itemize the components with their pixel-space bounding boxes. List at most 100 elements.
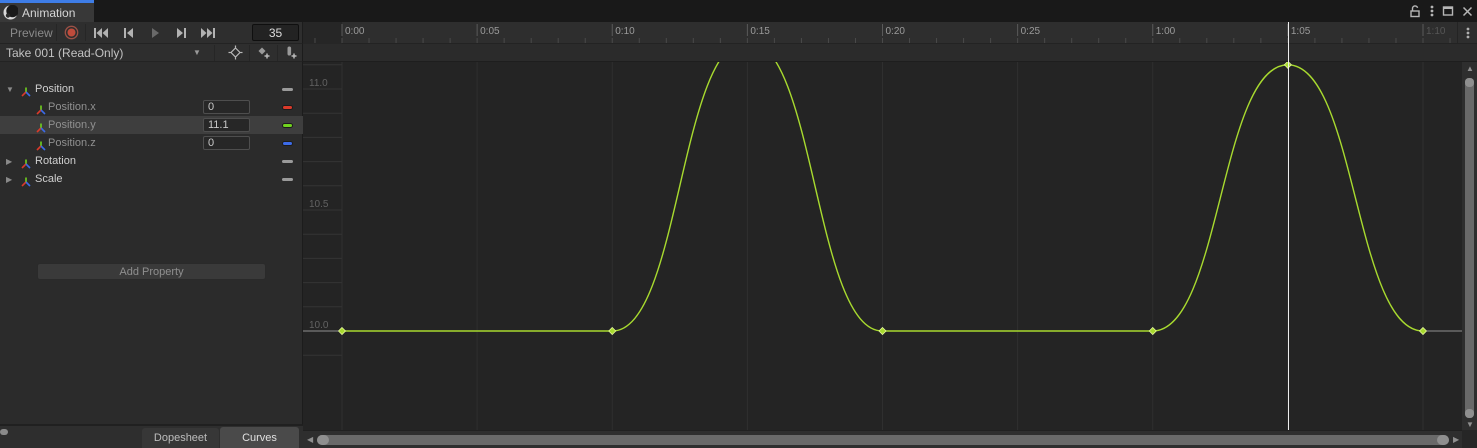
chevron-down-icon: ▼ bbox=[193, 49, 201, 57]
titlebar: Animation bbox=[0, 0, 1477, 22]
property-label: Position bbox=[35, 83, 74, 95]
foldout-closed-icon[interactable]: ▶ bbox=[6, 157, 16, 166]
animation-window: Animation Preview bbox=[0, 0, 1477, 448]
keyframe-point[interactable] bbox=[339, 328, 346, 335]
bottom-bar: Dopesheet Curves bbox=[0, 425, 303, 448]
go-to-end-icon bbox=[200, 27, 217, 39]
svg-text:11.0: 11.0 bbox=[309, 78, 328, 89]
property-row-position[interactable]: ▼ Position bbox=[0, 80, 303, 98]
tab-curves[interactable]: Curves bbox=[220, 427, 299, 448]
add-event-icon bbox=[283, 45, 298, 60]
property-label: Rotation bbox=[35, 155, 76, 167]
property-row-scale[interactable]: ▶ Scale bbox=[0, 170, 303, 188]
go-to-end-button[interactable] bbox=[195, 22, 222, 43]
svg-text:0:00: 0:00 bbox=[345, 26, 365, 37]
maximize-icon[interactable] bbox=[1442, 5, 1454, 17]
horizontal-scrollbar-right-cap[interactable] bbox=[1437, 435, 1449, 445]
vertical-scrollbar-top-cap[interactable] bbox=[1465, 78, 1474, 87]
horizontal-scrollbar-thumb[interactable] bbox=[317, 435, 1449, 445]
play-icon bbox=[149, 27, 161, 39]
tab-dopesheet[interactable]: Dopesheet bbox=[142, 428, 219, 448]
animation-clip-dropdown[interactable]: Take 001 (Read-Only) bbox=[6, 44, 216, 61]
svg-text:10.5: 10.5 bbox=[309, 199, 329, 210]
svg-text:10.0: 10.0 bbox=[309, 320, 329, 331]
unlock-icon[interactable] bbox=[1409, 4, 1422, 18]
svg-text:1:05: 1:05 bbox=[1291, 26, 1311, 37]
keyframe-point[interactable] bbox=[1149, 328, 1156, 335]
horizontal-scrollbar-left-cap[interactable] bbox=[317, 435, 329, 445]
timeline-ruler-ticks: 0:000:050:100:150:200:251:001:051:10 bbox=[303, 22, 1457, 44]
vertical-scrollbar[interactable]: ▲ ▼ bbox=[1462, 62, 1477, 430]
keyframe-point[interactable] bbox=[609, 328, 616, 335]
vertical-scrollbar-bottom-cap[interactable] bbox=[1465, 409, 1474, 418]
curve-indicator-dash bbox=[282, 160, 293, 163]
property-label: Position.z bbox=[48, 137, 96, 149]
svg-text:0:05: 0:05 bbox=[480, 26, 500, 37]
record-button[interactable] bbox=[58, 22, 84, 43]
add-property-button[interactable]: Add Property bbox=[37, 263, 266, 280]
playhead-line[interactable] bbox=[1288, 22, 1289, 430]
go-to-beginning-button[interactable] bbox=[87, 22, 114, 43]
property-value-field[interactable] bbox=[203, 100, 250, 114]
next-frame-button[interactable] bbox=[168, 22, 195, 43]
tab-animation[interactable]: Animation bbox=[0, 0, 94, 22]
next-frame-icon bbox=[175, 27, 189, 39]
property-label: Position.x bbox=[48, 101, 96, 113]
vertical-scrollbar-thumb[interactable] bbox=[1465, 78, 1474, 418]
play-button[interactable] bbox=[141, 22, 168, 43]
timeline-header-band bbox=[303, 44, 1477, 62]
kebab-menu-icon[interactable] bbox=[1430, 4, 1434, 18]
record-icon bbox=[64, 25, 79, 40]
foldout-closed-icon[interactable]: ▶ bbox=[6, 175, 16, 184]
svg-text:1:00: 1:00 bbox=[1156, 26, 1176, 37]
scroll-down-icon[interactable]: ▼ bbox=[1466, 421, 1474, 429]
property-value-field[interactable] bbox=[203, 136, 250, 150]
preview-toggle-button[interactable]: Preview bbox=[4, 22, 59, 43]
add-keyframe-button[interactable] bbox=[250, 44, 277, 61]
playback-toolbar: Preview bbox=[0, 22, 303, 44]
curve-indicator-dash bbox=[282, 88, 293, 91]
preview-label: Preview bbox=[10, 26, 53, 40]
property-row-rotation[interactable]: ▶ Rotation bbox=[0, 152, 303, 170]
property-value-field[interactable] bbox=[203, 118, 250, 132]
property-row-position.z[interactable]: Position.z bbox=[0, 134, 303, 152]
add-event-button[interactable] bbox=[278, 44, 303, 61]
property-label: Scale bbox=[35, 173, 63, 185]
clip-name: Take 001 (Read-Only) bbox=[6, 46, 123, 60]
keyframe-point[interactable] bbox=[1420, 328, 1427, 335]
unity-logo-icon bbox=[3, 5, 18, 20]
scroll-left-icon[interactable]: ◀ bbox=[307, 436, 313, 444]
previous-frame-icon bbox=[121, 27, 135, 39]
property-label: Position.y bbox=[48, 119, 96, 131]
keyframe-diamond-icon bbox=[228, 45, 243, 60]
transform-icon bbox=[35, 140, 47, 152]
transform-icon bbox=[35, 122, 47, 134]
timeline-options-button[interactable] bbox=[1457, 22, 1477, 44]
horizontal-scrollbar[interactable]: ◀ ▶ bbox=[303, 430, 1462, 448]
svg-text:0:20: 0:20 bbox=[886, 26, 906, 37]
curve-color-indicator bbox=[282, 123, 293, 128]
previous-frame-button[interactable] bbox=[114, 22, 141, 43]
set-keyframe-button[interactable] bbox=[222, 44, 249, 61]
current-frame-field[interactable] bbox=[252, 24, 299, 41]
foldout-open-icon[interactable]: ▼ bbox=[6, 85, 16, 94]
add-property-label: Add Property bbox=[119, 266, 183, 278]
keyframe-point[interactable] bbox=[879, 328, 886, 335]
kebab-menu-icon bbox=[1466, 26, 1470, 40]
add-keyframe-icon bbox=[256, 45, 271, 60]
scroll-up-icon[interactable]: ▲ bbox=[1466, 65, 1474, 73]
close-icon[interactable] bbox=[1462, 6, 1473, 17]
curve-color-indicator bbox=[282, 105, 293, 110]
property-row-position.x[interactable]: Position.x bbox=[0, 98, 303, 116]
scroll-right-icon[interactable]: ▶ bbox=[1453, 436, 1459, 444]
svg-text:0:15: 0:15 bbox=[750, 26, 770, 37]
toolbar-separator bbox=[85, 24, 86, 41]
tab-curves-label: Curves bbox=[242, 432, 277, 444]
transform-icon bbox=[20, 176, 32, 188]
timeline-ruler[interactable]: 0:000:050:100:150:200:251:001:051:10 bbox=[303, 22, 1457, 44]
svg-text:0:25: 0:25 bbox=[1021, 26, 1041, 37]
svg-text:0:10: 0:10 bbox=[615, 26, 635, 37]
panel-scrollbar-nub[interactable] bbox=[0, 429, 8, 435]
transform-icon bbox=[20, 158, 32, 170]
property-row-position.y[interactable]: Position.y bbox=[0, 116, 303, 134]
